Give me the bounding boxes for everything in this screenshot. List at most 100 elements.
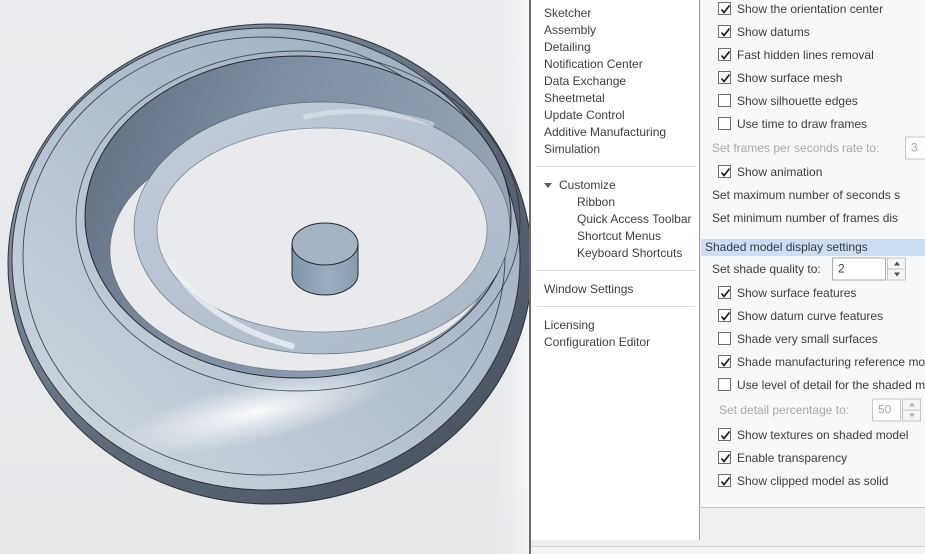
option-label: Set maximum number of seconds s [712,187,901,202]
option-row-show-silhouette-edges[interactable]: Show silhouette edges [701,89,925,112]
option-row-enable-transparency[interactable]: Enable transparency [701,446,925,469]
option-row-use-time-to-draw-frames[interactable]: Use time to draw frames [701,112,925,135]
sidebar-item-configuration-editor[interactable]: Configuration Editor [531,334,699,351]
option-row-shade-very-small-surfaces[interactable]: Shade very small surfaces [701,327,925,350]
sidebar-item-licensing[interactable]: Licensing [531,317,699,334]
sidebar-item-additive-manufacturing[interactable]: Additive Manufacturing [531,124,699,141]
sidebar-item-label: Licensing [544,318,595,332]
option-row-show-surface-features[interactable]: Show surface features [701,281,925,304]
center-pin-top[interactable] [291,222,359,266]
option-label: Set minimum number of frames dis [712,210,899,225]
sidebar-item-label: Additive Manufacturing [544,125,667,139]
checkbox[interactable] [718,285,731,299]
checkbox-label[interactable]: Show datum curve features [737,309,883,323]
sidebar-item-label: Quick Access Toolbar [577,212,692,226]
sidebar-item-label: Configuration Editor [544,335,651,349]
checkbox[interactable] [718,116,731,130]
sidebar-item-label: Simulation [544,142,601,156]
option-label: Set frames per seconds rate to: [712,140,880,155]
checkbox[interactable] [718,24,731,38]
checkbox[interactable] [718,331,731,345]
option-row-show-clipped-model-as-solid[interactable]: Show clipped model as solid [701,469,925,492]
checkbox-label[interactable]: Shade manufacturing reference mo [737,355,925,369]
sidebar-item-notification-center[interactable]: Notification Center [531,56,699,73]
sidebar-item-detailing[interactable]: Detailing [531,39,699,56]
option-row-show-the-orientation-center[interactable]: Show the orientation center [701,0,925,20]
sidebar-item-label: Keyboard Shortcuts [577,246,683,260]
sidebar-item-label: Customize [559,178,616,192]
checkbox-label[interactable]: Show silhouette edges [737,94,858,108]
spin-input[interactable]: 2 [832,257,886,280]
checkbox[interactable] [718,427,731,441]
sidebar-item-sketcher[interactable]: Sketcher [531,5,699,22]
sidebar-item-sheetmetal[interactable]: Sheetmetal [531,90,699,107]
option-row-set-frames-per-seconds-rate-to-: Set frames per seconds rate to: 3 [701,135,925,160]
checkbox-label[interactable]: Shade very small surfaces [737,332,878,346]
option-row-show-animation[interactable]: Show animation [701,160,925,183]
checkbox-label[interactable]: Use time to draw frames [737,117,867,131]
sidebar-item-quick-access-toolbar[interactable]: Quick Access Toolbar [531,211,699,228]
option-row-show-surface-mesh[interactable]: Show surface mesh [701,66,925,89]
sidebar-item-window-settings[interactable]: Window Settings [531,281,699,298]
sidebar-item-label: Data Exchange [544,74,627,88]
checkbox[interactable] [718,47,731,61]
checkbox[interactable] [718,473,731,487]
checkbox-label[interactable]: Show clipped model as solid [737,474,888,488]
sidebar-item-keyboard-shortcuts[interactable]: Keyboard Shortcuts [531,245,699,262]
spin-buttons [902,398,921,421]
sidebar-item-update-control[interactable]: Update Control [531,107,699,124]
option-row-use-level-of-detail-for-the-shaded-mo[interactable]: Use level of detail for the shaded mo [701,373,925,396]
sidebar-item-label: Detailing [544,40,591,54]
sidebar-item-data-exchange[interactable]: Data Exchange [531,73,699,90]
collapse-triangle-icon[interactable] [544,183,552,188]
sidebar-item-customize[interactable]: Customize [531,177,699,194]
sidebar-item-label: Notification Center [544,57,643,71]
checkbox-label[interactable]: Show textures on shaded model [737,428,908,442]
checkbox[interactable] [718,70,731,84]
checkbox-label[interactable]: Fast hidden lines removal [737,48,874,62]
spin-input[interactable]: 3 [905,136,925,159]
option-row-fast-hidden-lines-removal[interactable]: Fast hidden lines removal [701,43,925,66]
checkbox-label[interactable]: Show the orientation center [737,2,883,16]
sidebar-item-label: Sheetmetal [544,91,605,105]
checkbox-label[interactable]: Show animation [737,165,822,179]
checkbox[interactable] [718,354,731,368]
checkbox-label[interactable]: Show datums [737,25,810,39]
checkbox[interactable] [718,450,731,464]
checkbox-label[interactable]: Show surface features [737,286,856,300]
sidebar-item-label: Window Settings [544,282,634,296]
sidebar-item-assembly[interactable]: Assembly [531,22,699,39]
checkbox[interactable] [718,93,731,107]
sidebar-item-simulation[interactable]: Simulation [531,141,699,158]
sidebar-divider [537,306,695,307]
sidebar-item-label: Update Control [544,108,625,122]
checkbox[interactable] [718,164,731,178]
3d-viewport[interactable] [0,0,530,554]
spin-input[interactable]: 50 [872,398,901,421]
option-row-set-maximum-number-of-seconds-s: Set maximum number of seconds s [701,183,925,206]
checkbox[interactable] [718,377,731,391]
spin-down-button[interactable] [887,268,906,280]
sidebar-item-shortcut-menus[interactable]: Shortcut Menus [531,228,699,245]
checkbox-label[interactable]: Show surface mesh [737,71,842,85]
checkbox-label[interactable]: Enable transparency [737,451,847,465]
checkbox[interactable] [718,1,731,15]
options-pane: Show the orientation center Show datums Fa… [701,0,925,507]
option-label: Set shade quality to: [712,261,821,276]
checkbox-label[interactable]: Use level of detail for the shaded mo [737,378,925,392]
option-row-show-textures-on-shaded-model[interactable]: Show textures on shaded model [701,423,925,446]
option-row-show-datums[interactable]: Show datums [701,20,925,43]
sidebar-item-label: Ribbon [577,195,616,209]
sidebar-item-label: Shortcut Menus [577,229,662,243]
options-pane-bottom-border [701,507,925,508]
sidebar-divider [537,166,695,167]
spin-down-button[interactable] [902,409,921,421]
sidebar-item-ribbon[interactable]: Ribbon [531,194,699,211]
option-row-set-shade-quality-to-: Set shade quality to: 2 [701,256,925,281]
option-row-show-datum-curve-features[interactable]: Show datum curve features [701,304,925,327]
options-category-list: Selection Sketcher Assembly Detailing Notifi… [531,0,700,540]
option-row-shade-manufacturing-reference-mo[interactable]: Shade manufacturing reference mo [701,350,925,373]
checkbox[interactable] [718,308,731,322]
section-header-label: Shaded model display settings [705,240,868,254]
dialog-footer-strip [531,547,925,554]
